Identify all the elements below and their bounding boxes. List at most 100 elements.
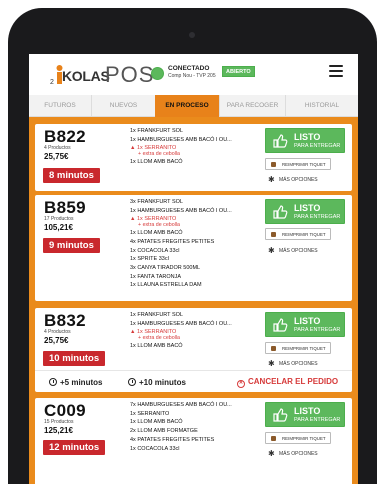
- thumbs-up-icon: [273, 134, 288, 148]
- top-bar: 2 KOLAS POS CONECTADO Comp Nou - TVP 205…: [29, 54, 358, 95]
- order-price: 25,75€: [44, 336, 69, 345]
- ready-button[interactable]: LISTO PARA ENTREGAR: [265, 312, 345, 337]
- ready-sublabel: PARA ENTREGAR: [294, 214, 341, 220]
- add-10-minutes-label: +10 minutos: [139, 378, 186, 387]
- add-5-minutes-label: +5 minutos: [60, 378, 103, 387]
- ready-button[interactable]: LISTO PARA ENTREGAR: [265, 402, 345, 427]
- order-card: C009 15 Productos 125,21€ 12 minutos 7x …: [35, 398, 352, 484]
- add-10-minutes-button[interactable]: +10 minutos: [128, 377, 186, 387]
- more-options-label: MÁS OPCIONES: [279, 177, 318, 183]
- connection-status-sub: Comp Nou - TVP 205: [168, 73, 216, 79]
- list-item: 1x FRANKFURT SOL: [130, 312, 183, 318]
- thumbs-up-icon: [273, 205, 288, 219]
- tab-nuevos[interactable]: NUEVOS: [91, 95, 155, 117]
- thumbs-up-icon: [273, 318, 288, 332]
- list-item: 1x LLOM AMB BACÓ: [130, 230, 183, 237]
- order-actions-bar: +5 minutos +10 minutos ✕ CANCELAR EL PEDI…: [35, 370, 352, 393]
- list-item: 1x FRANKFURT SOL: [130, 128, 183, 134]
- gear-icon: ✱: [268, 359, 275, 368]
- order-items: 7x HAMBURGUESES AMB BACÓ I OU... 1x SERR…: [130, 401, 257, 453]
- ticket-icon: [271, 346, 276, 351]
- gear-icon: ✱: [268, 175, 275, 184]
- ready-sublabel: PARA ENTREGAR: [294, 327, 341, 333]
- ticket-icon: [271, 436, 276, 441]
- list-item: 2x LLOM AMB FORMATGE: [130, 428, 198, 435]
- app-screen: 2 KOLAS POS CONECTADO Comp Nou - TVP 205…: [29, 54, 358, 484]
- logo-pos: POS: [105, 62, 155, 87]
- more-options-label: MÁS OPCIONES: [279, 451, 318, 457]
- ticket-icon: [271, 232, 276, 237]
- ready-label: LISTO: [294, 203, 321, 213]
- ticket-icon: [271, 162, 276, 167]
- ready-sublabel: PARA ENTREGAR: [294, 417, 341, 423]
- list-item: 7x HAMBURGUESES AMB BACÓ I OU...: [130, 402, 232, 408]
- list-item: 1x COCACOLA 33cl: [130, 247, 180, 254]
- list-item: 3x FRANKFURT SOL: [130, 199, 183, 205]
- list-item: 1x HAMBURGUESES AMB BACÓ I OU...: [130, 207, 232, 214]
- item-note: + extra de cebolla: [138, 335, 180, 342]
- order-timer: 10 minutos: [43, 351, 106, 366]
- reprint-button[interactable]: REIMPRIMIR TIQUET: [265, 432, 331, 444]
- logo-small-digit: 2: [50, 79, 54, 86]
- cancel-order-button[interactable]: ✕ CANCELAR EL PEDIDO: [237, 377, 338, 388]
- list-item: 1x HAMBURGUESES AMB BACÓ I OU...: [130, 136, 232, 143]
- list-item: 4x PATATES FREGITES PETITES: [130, 238, 215, 245]
- order-products: 15 Productos: [44, 419, 74, 425]
- tab-en-proceso[interactable]: EN PROCESO: [155, 95, 219, 117]
- order-items: 1x FRANKFURT SOL 1x HAMBURGUESES AMB BAC…: [130, 311, 257, 351]
- order-products: 4 Productos: [44, 329, 71, 335]
- warning-icon: ▲: [130, 216, 137, 223]
- logo-brand: KOLAS: [62, 68, 110, 84]
- clock-icon: [49, 378, 57, 386]
- item-note: + extra de cebolla: [138, 222, 180, 229]
- gear-icon: ✱: [268, 246, 275, 255]
- tab-futuros[interactable]: FUTUROS: [29, 95, 91, 117]
- clock-icon: [128, 378, 136, 386]
- list-item: 1x LLOM AMB BACÓ: [130, 419, 183, 426]
- ready-button[interactable]: LISTO PARA ENTREGAR: [265, 128, 345, 153]
- reprint-label: REIMPRIMIR TIQUET: [282, 346, 326, 351]
- ready-button[interactable]: LISTO PARA ENTREGAR: [265, 199, 345, 224]
- open-status-badge: ABIERTO: [222, 66, 255, 77]
- order-code: B822: [44, 127, 86, 146]
- reprint-button[interactable]: REIMPRIMIR TIQUET: [265, 158, 331, 170]
- more-options-label: MÁS OPCIONES: [279, 248, 318, 254]
- reprint-button[interactable]: REIMPRIMIR TIQUET: [265, 342, 331, 354]
- reprint-label: REIMPRIMIR TIQUET: [282, 232, 326, 237]
- order-price: 105,21€: [44, 223, 73, 232]
- list-item: 1x LLOM AMB BACÓ: [130, 343, 183, 350]
- reprint-button[interactable]: REIMPRIMIR TIQUET: [265, 228, 331, 240]
- thumbs-up-icon: [273, 408, 288, 422]
- list-item: 1x LLAUNA ESTRELLA DAM: [130, 282, 202, 289]
- list-item: 1x FANTA TARONJA: [130, 273, 182, 280]
- order-products: 4 Productos: [44, 145, 71, 151]
- list-item: 4x PATATES FREGITES PETITES: [130, 436, 215, 443]
- order-price: 25,75€: [44, 152, 69, 161]
- add-5-minutes-button[interactable]: +5 minutos: [49, 377, 102, 387]
- tab-para-recoger[interactable]: PARA RECOGER: [219, 95, 285, 117]
- list-item: 1x SPRITE 33cl: [130, 256, 169, 263]
- order-card: B822 4 Productos 25,75€ 8 minutos 1x FRA…: [35, 124, 352, 191]
- ready-label: LISTO: [294, 316, 321, 326]
- ready-label: LISTO: [294, 406, 321, 416]
- list-item: 1x LLOM AMB BACÓ: [130, 159, 183, 166]
- order-items: 1x FRANKFURT SOL 1x HAMBURGUESES AMB BAC…: [130, 127, 257, 167]
- order-price: 125,21€: [44, 426, 73, 435]
- reprint-label: REIMPRIMIR TIQUET: [282, 162, 326, 167]
- more-options-label: MÁS OPCIONES: [279, 361, 318, 367]
- cancel-order-label: CANCELAR EL PEDIDO: [248, 377, 339, 386]
- camera-icon: [189, 32, 195, 38]
- reprint-label: REIMPRIMIR TIQUET: [282, 436, 326, 441]
- order-card: B832 4 Productos 25,75€ 10 minutos 1x FR…: [35, 308, 352, 392]
- order-code: B859: [44, 198, 86, 217]
- order-items: 3x FRANKFURT SOL 1x HAMBURGUESES AMB BAC…: [130, 198, 257, 290]
- tab-historial[interactable]: HISTORIAL: [285, 95, 358, 117]
- gear-icon: ✱: [268, 449, 275, 458]
- order-code: B832: [44, 311, 86, 330]
- ready-label: LISTO: [294, 132, 321, 142]
- cancel-circle-icon: ✕: [237, 380, 245, 388]
- list-item: 3x CANYA TIRADOR 500ML: [130, 264, 201, 271]
- hamburger-menu-icon[interactable]: [329, 65, 343, 77]
- ready-sublabel: PARA ENTREGAR: [294, 143, 341, 149]
- connection-status-label: CONECTADO: [168, 65, 210, 72]
